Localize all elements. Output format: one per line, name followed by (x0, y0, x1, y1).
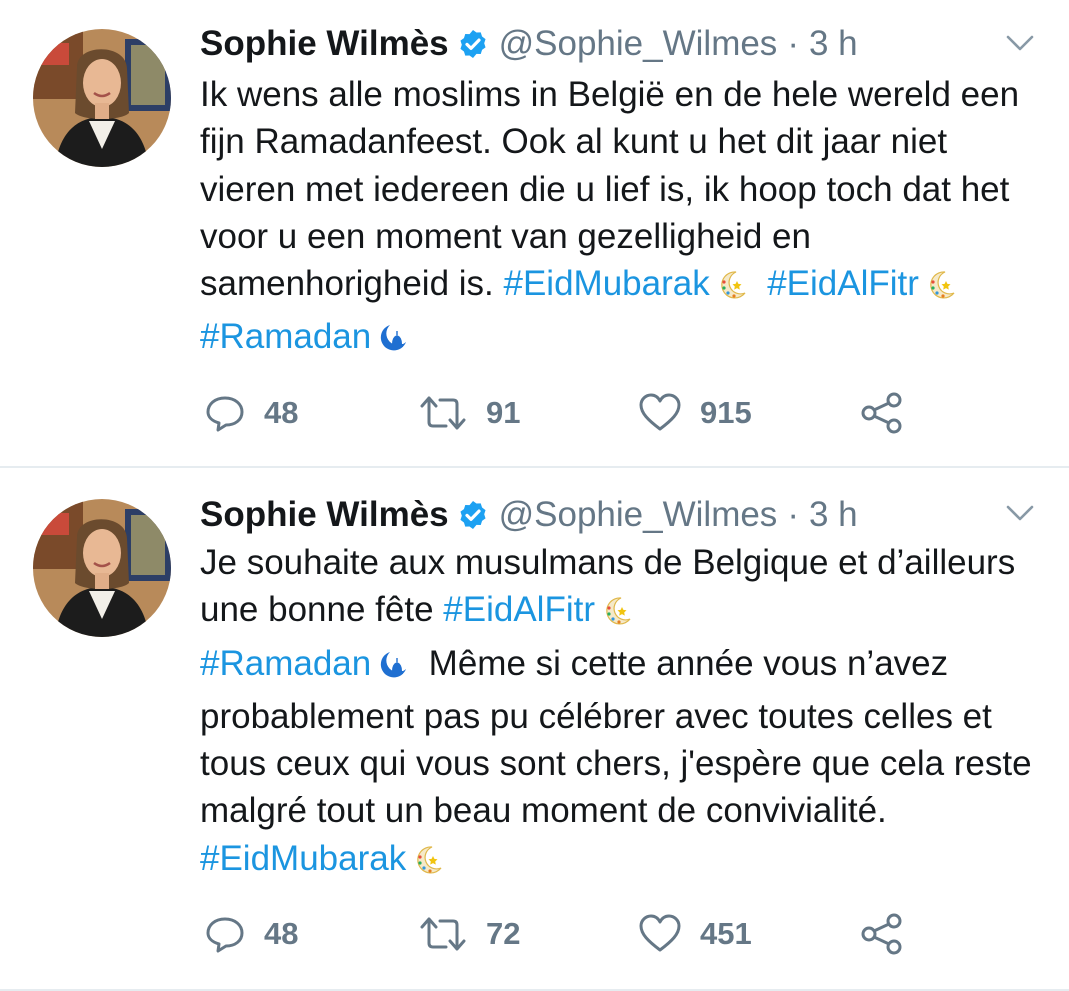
share-icon (861, 392, 902, 434)
hashtag-link[interactable]: #EidMubarak (200, 839, 406, 878)
retweet-icon (420, 396, 466, 430)
tweet-text: Ik wens alle moslims in België en de hel… (200, 71, 1050, 367)
reply-icon (206, 396, 244, 432)
reply-count: 48 (264, 916, 299, 951)
tweet-actions: 48 91 915 (200, 388, 960, 438)
tweet-text: Je souhaite aux musulmans de Belgique et… (200, 539, 1050, 888)
share-icon (861, 913, 902, 955)
like-count: 915 (700, 395, 752, 430)
crescent-star-emoji (925, 266, 957, 313)
hashtag-link[interactable]: #Ramadan (200, 317, 371, 356)
retweet-count: 72 (486, 916, 521, 951)
heart-icon (639, 393, 681, 431)
tweet-header: Sophie Wilmès @Sophie_Wilmes · 3 h (200, 20, 858, 68)
author-name[interactable]: Sophie Wilmès (200, 24, 449, 64)
hashtag-link[interactable]: #EidAlFitr (443, 590, 595, 629)
retweet-button[interactable]: 91 (418, 388, 520, 438)
avatar[interactable] (33, 29, 171, 167)
separator-dot: · (787, 24, 799, 63)
tweet[interactable]: Sophie Wilmès @Sophie_Wilmes · 3 h Ik we… (0, 0, 1069, 468)
reply-button[interactable]: 48 (204, 909, 298, 959)
like-button[interactable]: 915 (638, 388, 752, 438)
retweet-button[interactable]: 72 (418, 909, 520, 959)
tweet-actions: 48 72 451 (200, 909, 960, 959)
share-button[interactable] (860, 388, 922, 438)
author-handle[interactable]: @Sophie_Wilmes (499, 24, 778, 64)
author-name[interactable]: Sophie Wilmès (200, 495, 449, 535)
like-count: 451 (700, 916, 752, 951)
separator-dot: · (787, 495, 799, 534)
retweet-count: 91 (486, 395, 521, 430)
hashtag-link[interactable]: #Ramadan (200, 644, 371, 683)
share-button[interactable] (860, 909, 922, 959)
crescent-star-emoji (601, 592, 633, 639)
like-button[interactable]: 451 (638, 909, 752, 959)
avatar[interactable] (33, 499, 171, 637)
hashtag-link[interactable]: #EidAlFitr (767, 264, 919, 303)
chevron-down-icon[interactable] (1003, 496, 1037, 530)
tweet-header: Sophie Wilmès @Sophie_Wilmes · 3 h (200, 491, 858, 539)
verified-badge-icon (457, 499, 489, 531)
crescent-star-emoji (716, 266, 748, 313)
heart-icon (639, 914, 681, 952)
crescent-mosque-emoji (377, 319, 409, 366)
retweet-icon (420, 917, 466, 951)
hashtag-link[interactable]: #EidMubarak (504, 264, 710, 303)
timestamp[interactable]: 3 h (809, 24, 858, 64)
verified-badge-icon (457, 28, 489, 60)
author-handle[interactable]: @Sophie_Wilmes (499, 495, 778, 535)
text-segment (748, 264, 767, 303)
chevron-down-icon[interactable] (1003, 26, 1037, 60)
crescent-star-emoji (412, 841, 444, 888)
crescent-mosque-emoji (377, 646, 409, 693)
tweet[interactable]: Sophie Wilmès @Sophie_Wilmes · 3 h Je so… (0, 468, 1069, 991)
reply-count: 48 (264, 395, 299, 430)
reply-icon (206, 917, 244, 953)
reply-button[interactable]: 48 (204, 388, 298, 438)
timestamp[interactable]: 3 h (809, 495, 858, 535)
